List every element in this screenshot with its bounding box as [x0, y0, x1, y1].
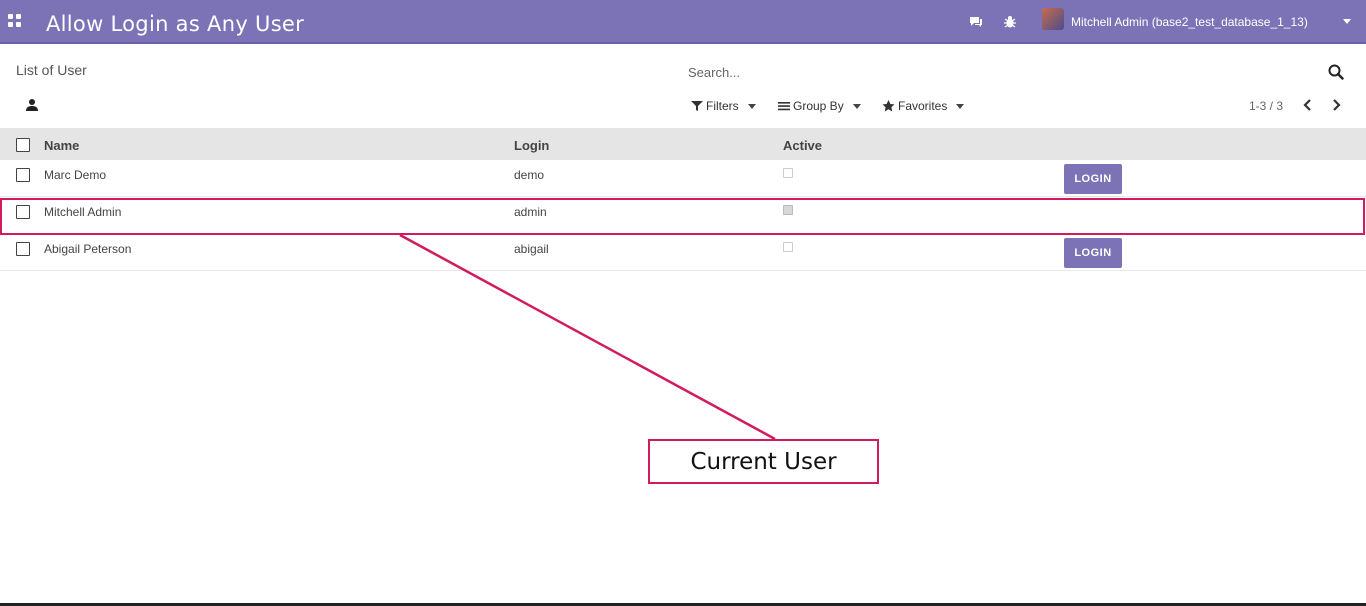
table-row[interactable]: Abigail Peterson abigail LOGIN: [0, 234, 1366, 271]
app-title[interactable]: Allow Login as Any User: [46, 12, 304, 36]
login-as-user-button[interactable]: LOGIN: [1064, 238, 1122, 268]
login-as-user-button[interactable]: LOGIN: [1064, 164, 1122, 194]
user-name-cell: Abigail Peterson: [44, 242, 132, 256]
top-navbar: Allow Login as Any User Mitchell Admin (…: [0, 0, 1366, 44]
login-cell: abigail: [514, 242, 549, 256]
callout-label: Current User: [690, 448, 837, 475]
chat-icon[interactable]: [968, 14, 984, 30]
column-header-active[interactable]: Active: [783, 138, 822, 153]
filters-button[interactable]: Filters: [691, 99, 756, 113]
caret-down-icon: [747, 103, 756, 109]
favorites-label: Favorites: [898, 99, 948, 113]
current-user-highlight: [0, 198, 1365, 235]
caret-down-icon: [956, 103, 965, 109]
apps-menu-icon[interactable]: [8, 14, 22, 28]
group-by-label: Group By: [793, 99, 844, 113]
row-checkbox[interactable]: [16, 168, 30, 182]
user-avatar[interactable]: [1042, 8, 1064, 30]
breadcrumb: List of User: [16, 62, 87, 78]
login-cell: demo: [514, 168, 545, 182]
row-checkbox[interactable]: [16, 242, 30, 256]
favorites-button[interactable]: Favorites: [882, 99, 965, 113]
callout-arrow: [399, 233, 776, 441]
user-menu-name[interactable]: Mitchell Admin (base2_test_database_1_13…: [1071, 15, 1308, 29]
caret-down-icon: [852, 103, 861, 109]
bug-icon[interactable]: [1002, 14, 1018, 30]
filters-label: Filters: [706, 99, 739, 113]
select-all-checkbox[interactable]: [16, 138, 30, 152]
list-icon: [778, 102, 790, 111]
filter-icon: [691, 101, 703, 111]
chevron-left-icon[interactable]: [1302, 98, 1314, 112]
active-checkbox: [783, 168, 793, 178]
column-header-login[interactable]: Login: [514, 138, 549, 153]
chevron-right-icon[interactable]: [1330, 98, 1342, 112]
star-icon: [882, 100, 895, 112]
pager-value[interactable]: 1-3 / 3: [1249, 99, 1283, 113]
active-checkbox: [783, 242, 793, 252]
column-header-name[interactable]: Name: [44, 138, 79, 153]
search-icon[interactable]: [1328, 64, 1344, 80]
group-by-button[interactable]: Group By: [778, 99, 861, 113]
list-header: Name Login Active: [0, 128, 1366, 160]
user-name-cell: Marc Demo: [44, 168, 107, 182]
table-row[interactable]: Marc Demo demo LOGIN: [0, 160, 1366, 197]
chevron-down-icon[interactable]: [1343, 19, 1351, 24]
search-input[interactable]: [688, 62, 1318, 82]
user-icon[interactable]: [25, 98, 39, 112]
callout-box: Current User: [648, 439, 879, 484]
